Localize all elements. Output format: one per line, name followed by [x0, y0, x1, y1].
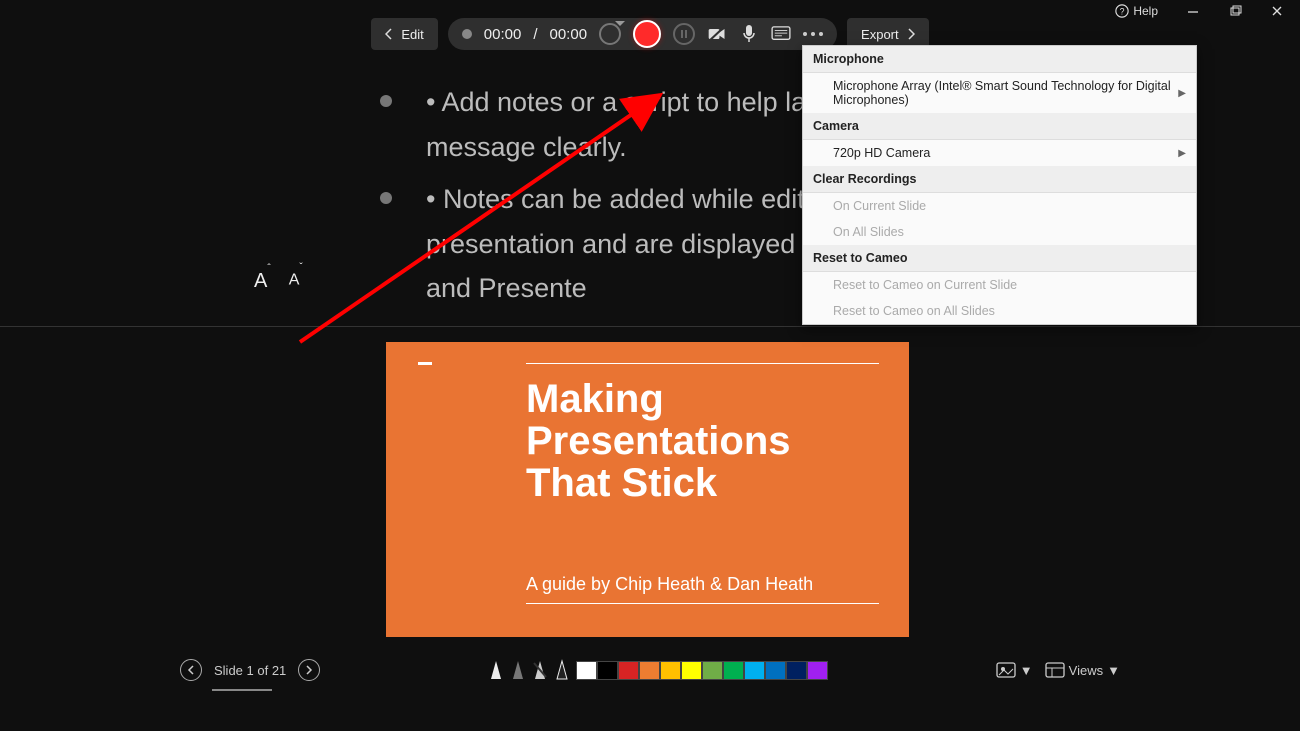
- menu-item-label: On Current Slide: [833, 199, 926, 213]
- menu-item-label: Microphone Array (Intel® Smart Sound Tec…: [833, 79, 1178, 107]
- color-swatch-2[interactable]: [618, 661, 639, 680]
- slide-rule: [526, 363, 879, 364]
- color-swatch-1[interactable]: [597, 661, 618, 680]
- time-separator: /: [533, 26, 537, 43]
- color-swatch-6[interactable]: [702, 661, 723, 680]
- increase-font-button[interactable]: Aˆ: [254, 270, 271, 293]
- color-swatch-8[interactable]: [744, 661, 765, 680]
- submenu-caret-icon: ▶: [1178, 88, 1186, 99]
- color-swatch-7[interactable]: [723, 661, 744, 680]
- bullet-icon: [380, 192, 392, 204]
- menu-header-microphone: Microphone: [803, 46, 1196, 73]
- svg-text:?: ?: [1120, 7, 1125, 17]
- teleprompter-icon[interactable]: [771, 24, 791, 44]
- pause-button[interactable]: [673, 23, 695, 45]
- edit-button[interactable]: Edit: [371, 18, 437, 50]
- bullet-icon: [380, 95, 392, 107]
- export-label: Export: [861, 27, 899, 42]
- decrease-font-button[interactable]: Aˇ: [289, 270, 303, 293]
- menu-item-label: Reset to Cameo on All Slides: [833, 304, 995, 318]
- menu-header-reset-cameo: Reset to Cameo: [803, 245, 1196, 272]
- menu-header-clear-recordings: Clear Recordings: [803, 166, 1196, 193]
- cameo-toggle[interactable]: ▼: [996, 662, 1033, 678]
- menu-item-reset-cameo-current[interactable]: Reset to Cameo on Current Slide: [803, 272, 1196, 298]
- pen-tool-2[interactable]: [510, 659, 526, 681]
- menu-item-reset-cameo-all[interactable]: Reset to Cameo on All Slides: [803, 298, 1196, 324]
- time-elapsed: 00:00: [484, 26, 522, 43]
- record-button[interactable]: [633, 20, 661, 48]
- restore-button[interactable]: [1228, 4, 1242, 18]
- chevron-down-icon: ▼: [1020, 663, 1033, 678]
- color-swatch-10[interactable]: [786, 661, 807, 680]
- recording-bar: 00:00 / 00:00: [448, 18, 837, 50]
- close-button[interactable]: [1270, 4, 1284, 18]
- submenu-caret-icon: ▶: [1178, 148, 1186, 159]
- help-button[interactable]: ? Help: [1115, 4, 1158, 18]
- time-total: 00:00: [550, 26, 588, 43]
- camera-toggle-icon[interactable]: [707, 24, 727, 44]
- slide-subtitle: A guide by Chip Heath & Dan Heath: [526, 574, 879, 595]
- more-options-button[interactable]: [803, 24, 823, 44]
- edit-label: Edit: [401, 27, 423, 42]
- menu-item-label: 720p HD Camera: [833, 146, 930, 160]
- eraser-tool[interactable]: [532, 659, 548, 681]
- highlighter-tool[interactable]: [554, 659, 570, 681]
- record-indicator-icon: [462, 29, 472, 39]
- pen-tools: [488, 659, 828, 681]
- settings-menu: Microphone Microphone Array (Intel® Smar…: [802, 45, 1197, 325]
- slide-preview: Making Presentations That Stick A guide …: [386, 342, 909, 637]
- menu-header-camera: Camera: [803, 113, 1196, 140]
- menu-item-camera-device[interactable]: 720p HD Camera ▶: [803, 140, 1196, 166]
- color-swatch-9[interactable]: [765, 661, 786, 680]
- slide-title: Making Presentations That Stick: [526, 378, 879, 504]
- color-swatch-11[interactable]: [807, 661, 828, 680]
- next-slide-button[interactable]: [298, 659, 320, 681]
- slide-accent-mark: [418, 362, 432, 365]
- retake-dropdown[interactable]: [599, 23, 621, 45]
- help-label: Help: [1133, 4, 1158, 18]
- chevron-down-icon: ▼: [1107, 663, 1120, 678]
- views-label: Views: [1069, 663, 1103, 678]
- menu-item-microphone-device[interactable]: Microphone Array (Intel® Smart Sound Tec…: [803, 73, 1196, 113]
- pen-tool-1[interactable]: [488, 659, 504, 681]
- prev-slide-button[interactable]: [180, 659, 202, 681]
- slide-counter: Slide 1 of 21: [214, 663, 286, 678]
- minimize-button[interactable]: [1186, 4, 1200, 18]
- menu-item-clear-all[interactable]: On All Slides: [803, 219, 1196, 245]
- color-swatch-5[interactable]: [681, 661, 702, 680]
- menu-item-label: On All Slides: [833, 225, 904, 239]
- slide-rule: [526, 603, 879, 604]
- color-swatch-3[interactable]: [639, 661, 660, 680]
- color-swatch-4[interactable]: [660, 661, 681, 680]
- menu-item-label: Reset to Cameo on Current Slide: [833, 278, 1017, 292]
- slide-progress-indicator: [212, 689, 272, 691]
- menu-item-clear-current[interactable]: On Current Slide: [803, 193, 1196, 219]
- color-swatch-0[interactable]: [576, 661, 597, 680]
- microphone-toggle-icon[interactable]: [739, 24, 759, 44]
- section-divider: [0, 326, 1300, 327]
- views-button[interactable]: Views ▼: [1045, 662, 1120, 678]
